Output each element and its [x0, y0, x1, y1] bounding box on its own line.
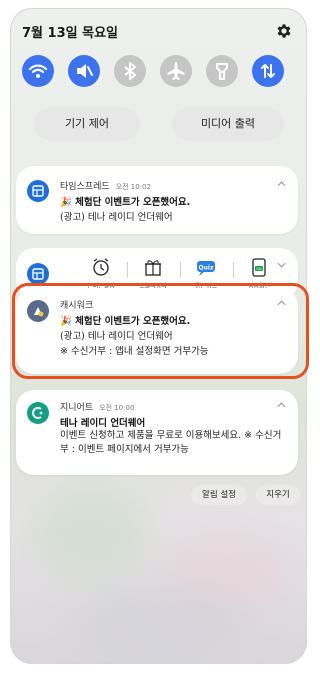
chevron-up-icon[interactable] [277, 181, 286, 187]
media-output-button[interactable]: 미디어 출력 [172, 107, 284, 141]
app-name: 지니어트 오전 10:00 [60, 403, 135, 413]
app-name: 타임스프레드 오전 10:02 [60, 182, 151, 192]
genie-app-icon [27, 402, 49, 424]
bluetooth-icon [124, 62, 136, 80]
gear-icon[interactable] [275, 22, 293, 40]
flashlight-toggle[interactable] [206, 55, 238, 87]
wifi-toggle[interactable] [22, 55, 54, 87]
wifi-icon [28, 64, 48, 78]
flashlight-icon [216, 63, 228, 80]
quiz-icon: Quiz [197, 261, 215, 276]
data-transfer-icon [261, 64, 275, 78]
notification-genie[interactable]: 지니어트 오전 10:00 테나 레이디 언더웨어 이벤트 신청하고 제품을 무료… [16, 390, 298, 475]
airplane-icon [167, 62, 185, 80]
status-header: 7월 13일 목요일 [22, 22, 293, 42]
chevron-up-icon[interactable] [277, 402, 286, 408]
notification-timespread[interactable]: 타임스프레드 오전 10:02 🎉 체험단 이벤트가 오픈했어요. (광고) 테나… [16, 166, 298, 234]
quick-toggle-row [22, 55, 284, 87]
alarm-clock-icon [93, 258, 109, 276]
svg-text:ON: ON [256, 267, 262, 271]
airplane-toggle[interactable] [160, 55, 192, 87]
divider [127, 262, 128, 278]
lockscreen-icon: ON [252, 258, 266, 277]
notification-line-2: (광고) 테나 레이디 언더웨어 [60, 212, 173, 223]
highlight-frame [12, 283, 309, 379]
divider [233, 262, 234, 278]
mobile-data-toggle[interactable] [252, 55, 284, 87]
device-control-button[interactable]: 기기 제어 [34, 107, 140, 141]
timespread-app-icon [27, 263, 49, 285]
notification-settings-button[interactable]: 알림 설정 [191, 485, 247, 505]
bluetooth-toggle[interactable] [114, 55, 146, 87]
svg-text:Quiz: Quiz [199, 265, 214, 272]
divider [180, 262, 181, 278]
timespread-app-icon [27, 180, 49, 202]
notification-line-1: 🎉 체험단 이벤트가 오픈했어요. [60, 197, 191, 208]
notification-time: 오전 10:02 [115, 183, 151, 191]
mute-toggle[interactable] [68, 55, 100, 87]
date-label: 7월 13일 목요일 [22, 26, 118, 41]
notification-title: 테나 레이디 언더웨어 [60, 418, 146, 429]
notification-time: 오전 10:00 [99, 404, 135, 412]
clear-all-button[interactable]: 지우기 [256, 485, 300, 505]
gift-box-icon [145, 260, 161, 276]
wallpaper-blob [30, 488, 150, 578]
mute-icon [77, 64, 93, 78]
notification-body: 이벤트 신청하고 제품을 무료로 이용해보세요. ※ 수신거부 : 이벤트 페이… [60, 430, 282, 455]
wallpaper-blob [70, 588, 250, 658]
